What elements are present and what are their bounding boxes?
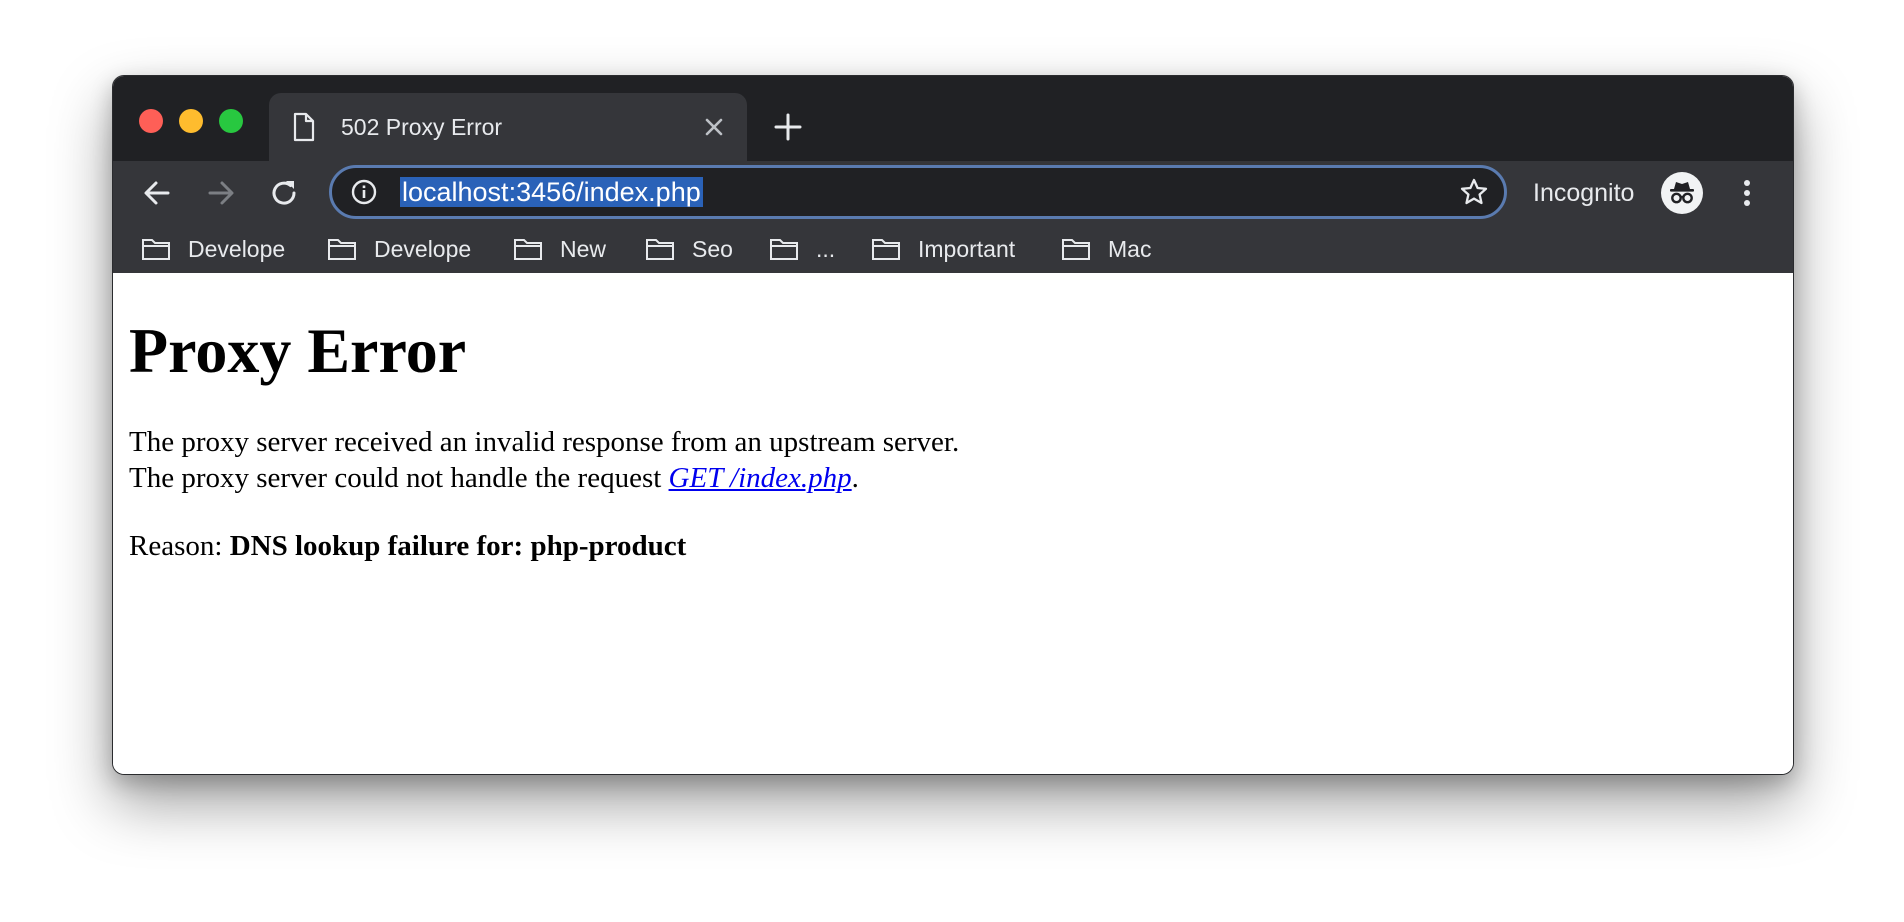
bookmark-folder[interactable]: Mac	[1061, 234, 1151, 264]
info-icon[interactable]	[350, 178, 378, 206]
title-bar: 502 Proxy Error	[113, 76, 1793, 161]
arrow-left-icon	[144, 181, 170, 205]
bookmark-folder[interactable]: ...	[769, 234, 835, 264]
menu-button[interactable]	[1735, 175, 1759, 211]
request-link[interactable]: GET /index.php	[669, 462, 852, 494]
request-message: The proxy server could not handle the re…	[129, 460, 859, 496]
bookmark-label: Seo	[692, 235, 733, 262]
url-text[interactable]: localhost:3456/index.php	[400, 177, 703, 207]
reload-icon	[272, 181, 296, 205]
bookmark-label: ...	[816, 235, 836, 262]
forward-button[interactable]	[203, 175, 239, 211]
page-content: Proxy Error The proxy server received an…	[113, 298, 1793, 774]
arrow-right-icon	[208, 181, 234, 205]
bookmarks-bar: Develope Develope New Seo ... Important …	[113, 225, 1793, 273]
bookmark-folder[interactable]: Seo	[645, 234, 733, 264]
document-icon	[293, 112, 315, 142]
folder-icon	[872, 239, 900, 260]
close-window-button[interactable]	[139, 109, 163, 133]
bookmark-folder[interactable]: New	[513, 234, 606, 264]
folder-icon	[328, 239, 356, 260]
bookmark-folder[interactable]: Develope	[141, 234, 285, 264]
folder-icon	[646, 239, 674, 260]
new-tab-button[interactable]	[773, 112, 803, 142]
bookmark-label: Mac	[1108, 235, 1152, 262]
page-title: Proxy Error	[129, 315, 467, 386]
folder-icon	[142, 239, 170, 260]
bookmark-label: Develope	[188, 235, 286, 262]
folder-icon	[1062, 239, 1090, 260]
tab-title: 502 Proxy Error	[341, 114, 503, 140]
reason-value: DNS lookup failure for: php-product	[229, 530, 687, 562]
reload-button[interactable]	[266, 175, 302, 211]
minimize-window-button[interactable]	[179, 109, 203, 133]
request-message-prefix: The proxy server could not handle the re…	[129, 462, 669, 494]
bookmark-label: New	[560, 235, 607, 262]
incognito-icon[interactable]	[1661, 172, 1703, 214]
star-icon[interactable]	[1458, 176, 1490, 208]
plus-icon	[774, 113, 802, 141]
address-bar[interactable]: localhost:3456/index.php	[329, 165, 1507, 219]
maximize-window-button[interactable]	[219, 109, 243, 133]
close-icon[interactable]	[701, 114, 727, 140]
incognito-label[interactable]: Incognito	[1533, 178, 1634, 208]
back-button[interactable]	[139, 175, 175, 211]
bookmark-folder[interactable]: Important	[871, 234, 1015, 264]
folder-icon	[514, 239, 542, 260]
toolbar: localhost:3456/index.php Incognito	[113, 161, 1793, 225]
request-message-suffix: .	[851, 462, 859, 494]
browser-window: 502 Proxy Error localhost:3456/index.php…	[112, 75, 1794, 775]
kebab-menu-icon	[1744, 180, 1750, 206]
reason-label: Reason:	[129, 530, 230, 562]
reason-line: Reason: DNS lookup failure for: php-prod…	[129, 528, 686, 564]
bookmark-folder[interactable]: Develope	[327, 234, 471, 264]
error-message: The proxy server received an invalid res…	[129, 426, 960, 458]
folder-icon	[770, 239, 798, 260]
bookmark-label: Important	[918, 235, 1016, 262]
active-tab[interactable]: 502 Proxy Error	[269, 93, 747, 161]
bookmark-label: Develope	[374, 235, 472, 262]
